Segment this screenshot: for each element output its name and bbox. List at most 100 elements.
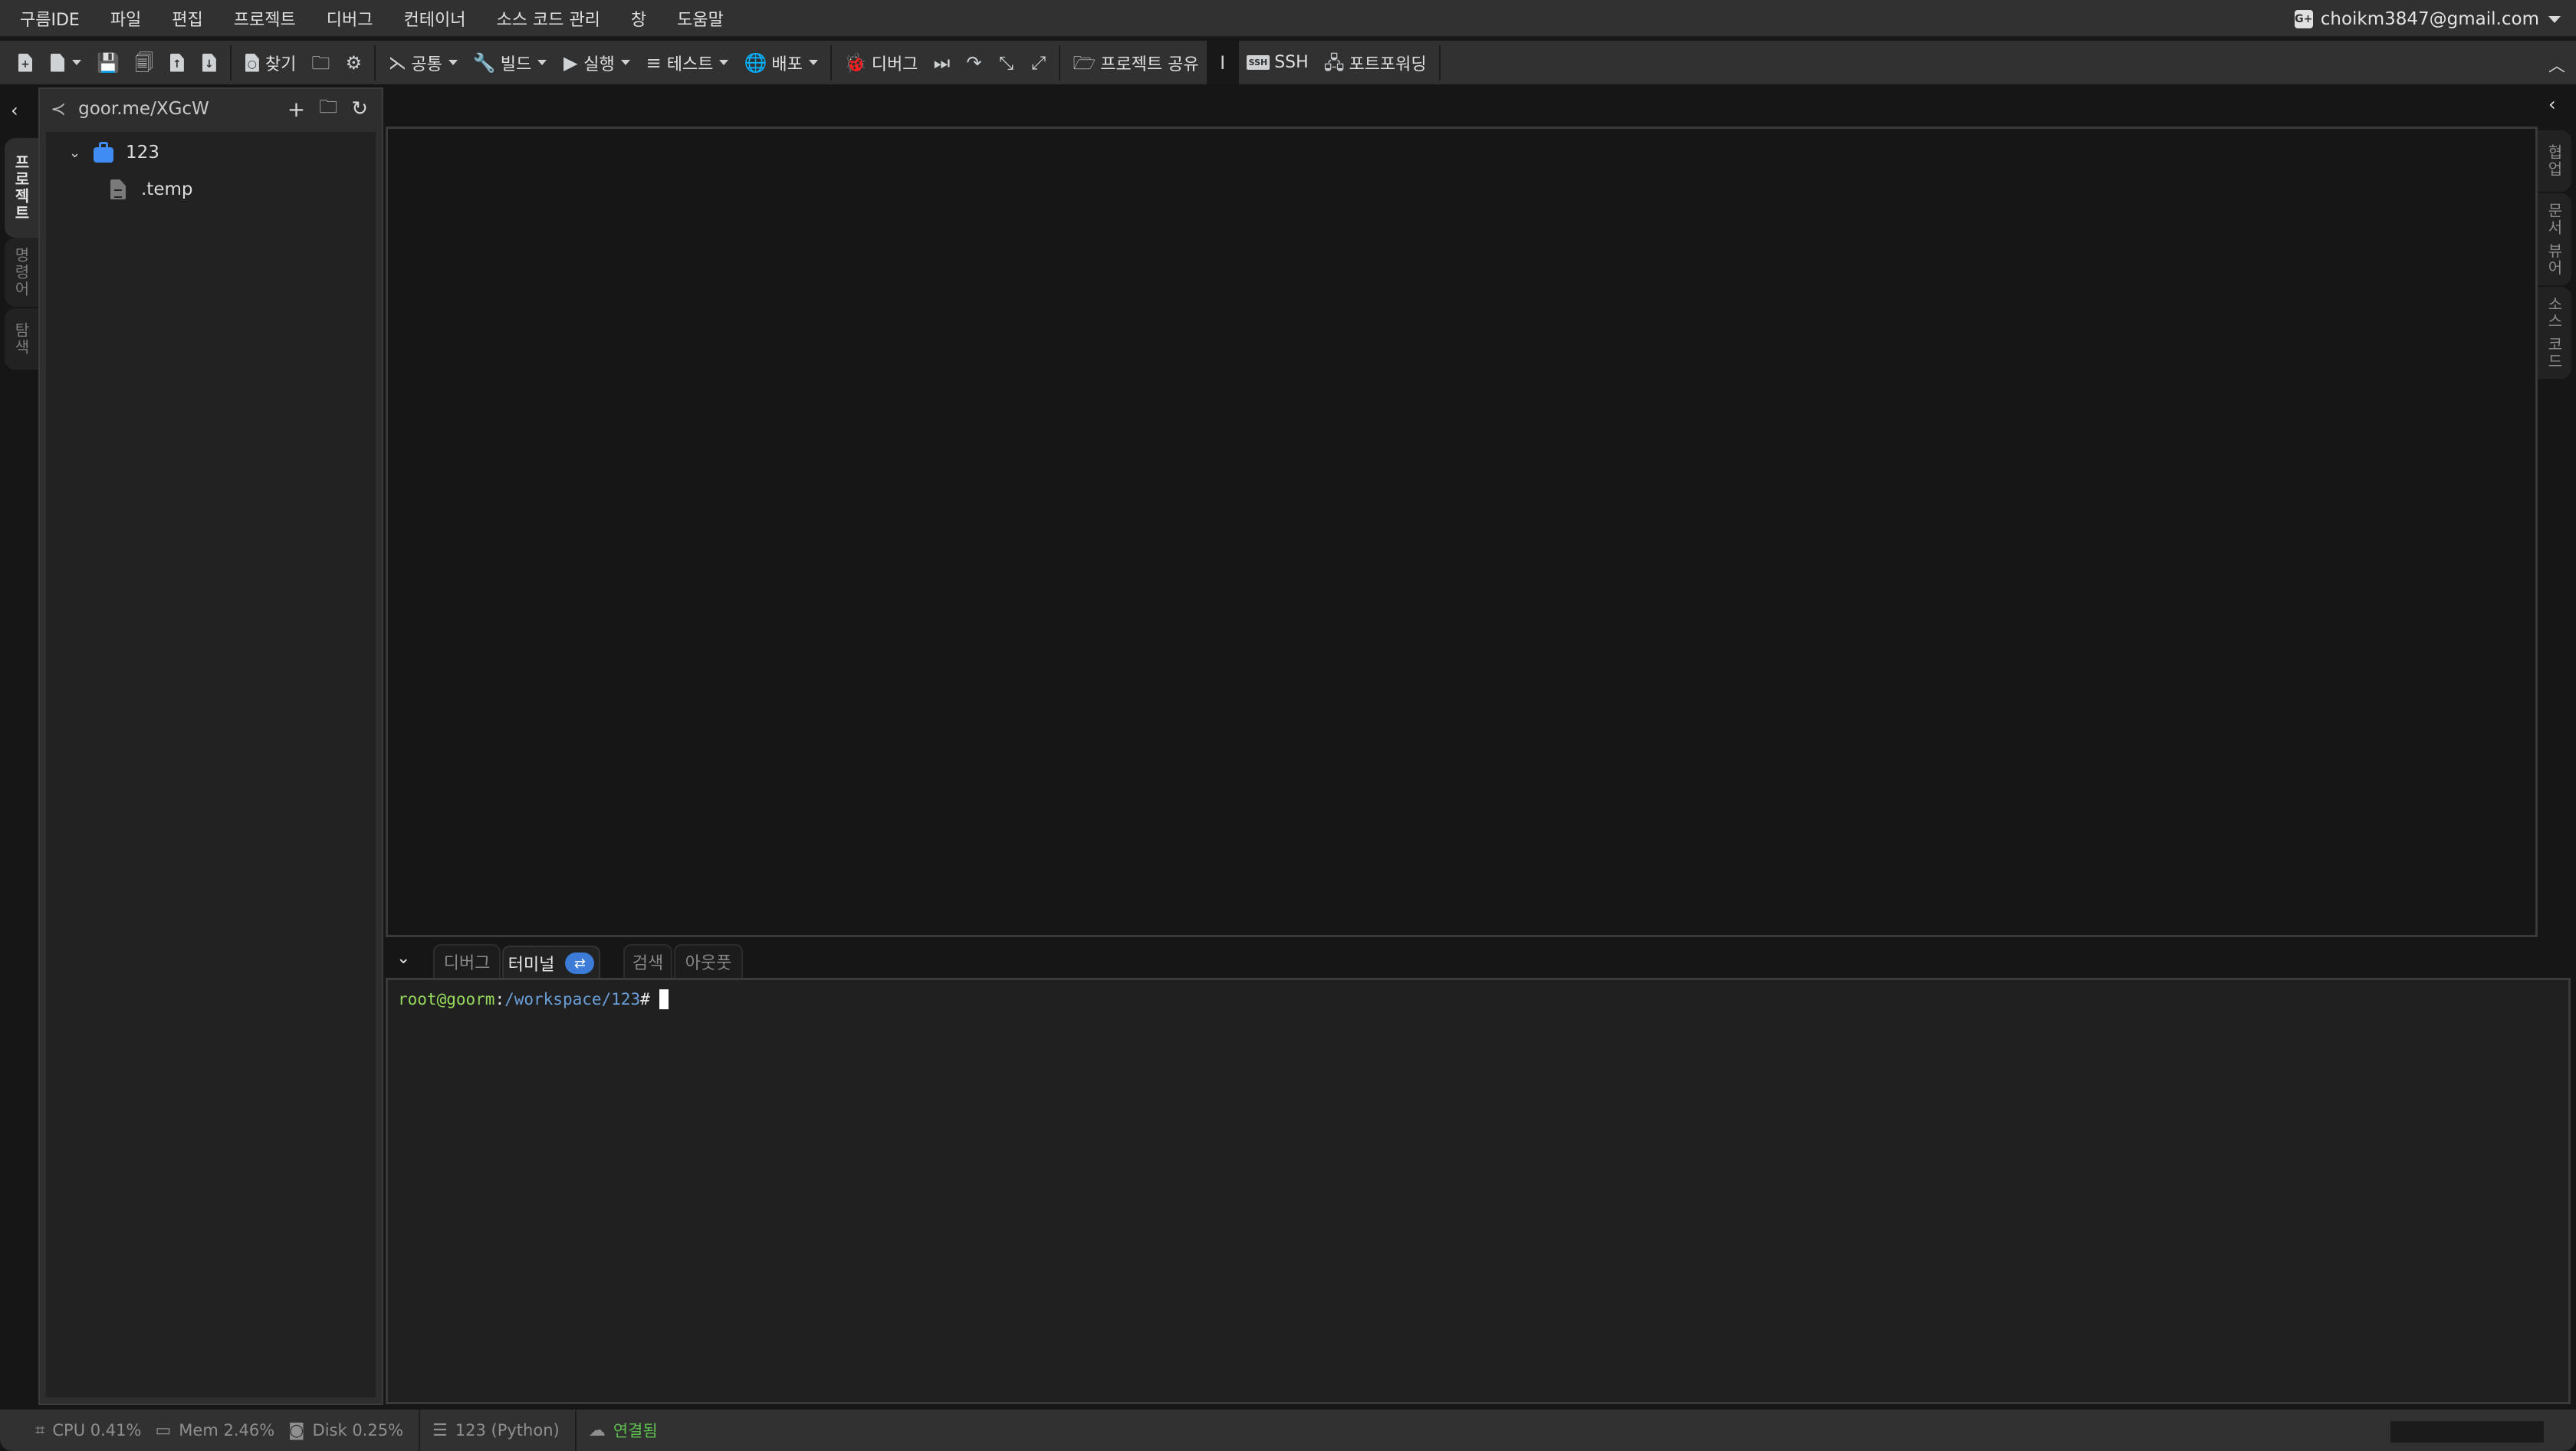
- deploy-menu-button[interactable]: 🌐 배포: [736, 41, 825, 84]
- find-button[interactable]: ○ 찾기: [236, 41, 304, 84]
- ssh-button[interactable]: SSH SSH: [1239, 41, 1316, 84]
- account-menu[interactable]: G+ choikm3847@gmail.com: [2294, 0, 2561, 38]
- share-icon[interactable]: ≺: [51, 98, 66, 120]
- refresh-icon[interactable]: ↻: [351, 97, 368, 120]
- redo-button[interactable]: ↷: [958, 41, 990, 84]
- debug-button[interactable]: 🐞 디버그: [836, 41, 926, 84]
- save-all-button[interactable]: 🗐: [127, 41, 161, 84]
- menu-edit[interactable]: 편집: [172, 6, 202, 31]
- dropdown-caret-icon: [537, 60, 547, 65]
- menu-scm[interactable]: 소스 코드 관리: [496, 6, 600, 31]
- terminal[interactable]: root@goorm:/workspace/123 #: [386, 978, 2571, 1404]
- tab-commands[interactable]: 명령어: [5, 238, 38, 307]
- menu-project[interactable]: 프로젝트: [234, 6, 296, 31]
- tab-project[interactable]: 프로젝트: [5, 138, 38, 238]
- cpu-chip-icon: ⌗: [35, 1420, 45, 1440]
- build-menu-button[interactable]: 🔧 빌드: [465, 41, 554, 84]
- cloud-icon: ☁: [588, 1420, 606, 1440]
- toolbar-divider: [830, 44, 832, 81]
- play-circle-icon: ▶: [563, 51, 578, 74]
- toolbar-divider: [1059, 44, 1061, 81]
- dropdown-caret-icon: [72, 60, 81, 65]
- status-bar: ⌗ CPU 0.41% ▭ Mem 2.46% ◙ Disk 0.25% ☰ 123 (…: [0, 1410, 2576, 1451]
- tab-explorer[interactable]: 탐색: [5, 308, 38, 370]
- prompt-path: /workspace/123: [504, 990, 641, 1008]
- dropdown-caret-icon: [808, 60, 818, 65]
- tab-document-viewer[interactable]: 문서 뷰어: [2538, 193, 2571, 285]
- port-forwarding-button[interactable]: 🖧 포트포워딩: [1316, 41, 1434, 84]
- gear-icon: ⚙: [345, 51, 363, 74]
- add-plus-icon[interactable]: +: [288, 97, 305, 122]
- save-icon: 💾: [97, 51, 120, 74]
- common-menu-button[interactable]: ⋋ 공통: [380, 41, 465, 84]
- tab-search[interactable]: 검색: [623, 944, 672, 978]
- text-cursor-user-icon: I: [1220, 51, 1226, 74]
- step-button[interactable]: ⏭: [925, 41, 958, 84]
- container-info[interactable]: ☰ 123 (Python): [432, 1421, 560, 1440]
- find-in-folder-button[interactable]: 🗀: [304, 41, 337, 84]
- menu-goormide[interactable]: 구름IDE: [20, 6, 80, 31]
- tab-output[interactable]: 아웃풋: [674, 944, 743, 978]
- step-forward-icon: ⏭: [933, 51, 951, 74]
- tree-file-temp[interactable]: .temp: [110, 179, 192, 199]
- download-button[interactable]: ↓: [193, 41, 225, 84]
- cpu-usage: ⌗ CPU 0.41%: [35, 1420, 142, 1440]
- bug-icon: 🐞: [843, 51, 867, 74]
- connection-status: ☁ 연결됨: [588, 1420, 658, 1441]
- collapse-panel-chevron-icon[interactable]: ⌄: [396, 949, 410, 968]
- terminal-prompt-line: root@goorm:/workspace/123 #: [398, 989, 2558, 1009]
- tree-folder-123[interactable]: ⌄ 123: [69, 142, 159, 163]
- compress-icon: ⤡: [998, 51, 1014, 74]
- bottom-panel-tabs: ⌄ 디버그 터미널 ⇄ 검색 아웃풋: [386, 939, 2571, 979]
- shrink-button[interactable]: ⤡: [990, 41, 1022, 84]
- google-plus-icon: G+: [2294, 10, 2313, 28]
- expand-icon: ⤢: [1030, 51, 1046, 74]
- menu-window[interactable]: 창: [631, 6, 646, 31]
- tab-debug[interactable]: 디버그: [433, 944, 501, 978]
- tab-terminal[interactable]: 터미널 ⇄: [502, 946, 600, 979]
- menu-file[interactable]: 파일: [110, 6, 141, 31]
- file-icon: [110, 179, 126, 199]
- sidebar-header: ≺ goor.me/XGcW + 🗀 ↻: [40, 89, 382, 129]
- menu-help[interactable]: 도움말: [677, 6, 724, 31]
- run-menu-button[interactable]: ▶ 실행: [554, 41, 637, 84]
- tab-collaboration[interactable]: 협업: [2538, 130, 2571, 192]
- test-menu-button[interactable]: ≡ 테스트: [638, 41, 737, 84]
- folder-settings-icon[interactable]: 🗀: [319, 94, 337, 125]
- ethernet-port-icon: 🖧: [1323, 51, 1345, 74]
- fullscreen-button[interactable]: ⤢: [1022, 41, 1054, 84]
- server-stack-icon: ☰: [432, 1420, 448, 1440]
- dropdown-caret-icon: [620, 60, 630, 65]
- settings-button[interactable]: ⚙: [337, 41, 370, 84]
- caret-down-icon: [2548, 15, 2561, 23]
- left-panel-rail: ‹ 프로젝트 명령어 탐색: [0, 84, 38, 1410]
- file-tree: ⌄ 123 .temp: [46, 132, 376, 1397]
- save-button[interactable]: 💾: [89, 41, 127, 84]
- terminal-refresh-icon[interactable]: ⇄: [565, 953, 595, 974]
- share-project-button[interactable]: 🗁 프로젝트 공유: [1065, 41, 1206, 84]
- expand-right-chevron-icon[interactable]: ‹: [2548, 94, 2556, 115]
- collapse-left-chevron-icon[interactable]: ‹: [11, 100, 18, 121]
- new-file-button[interactable]: [41, 41, 89, 84]
- share-url[interactable]: goor.me/XGcW: [78, 99, 288, 119]
- collab-cursor-button[interactable]: I: [1206, 41, 1239, 84]
- shared-folder-icon: 🗁: [1073, 51, 1096, 74]
- download-file-icon: ↓: [201, 53, 218, 72]
- chevron-down-icon: ⌄: [69, 144, 81, 161]
- editor-area[interactable]: [386, 127, 2538, 937]
- collapse-toolbar-chevron-up-icon[interactable]: ︿: [2548, 52, 2565, 77]
- prompt-user: root@goorm: [398, 990, 495, 1008]
- memory-ram-icon: ▭: [155, 1420, 172, 1440]
- briefcase-folder-icon: [94, 142, 113, 163]
- new-project-button[interactable]: +: [9, 41, 41, 84]
- upload-button[interactable]: ↑: [161, 41, 193, 84]
- toolbar-divider: [229, 44, 232, 81]
- disk-usage: ◙ Disk 0.25%: [288, 1420, 404, 1440]
- memory-usage: ▭ Mem 2.46%: [155, 1420, 275, 1440]
- toolbar-divider: [374, 44, 376, 81]
- menu-debug[interactable]: 디버그: [327, 6, 373, 31]
- menu-container[interactable]: 컨테이너: [403, 6, 465, 31]
- status-divider: [574, 1410, 577, 1451]
- status-divider: [419, 1410, 421, 1451]
- tab-source-code[interactable]: 소스 코드: [2538, 287, 2571, 379]
